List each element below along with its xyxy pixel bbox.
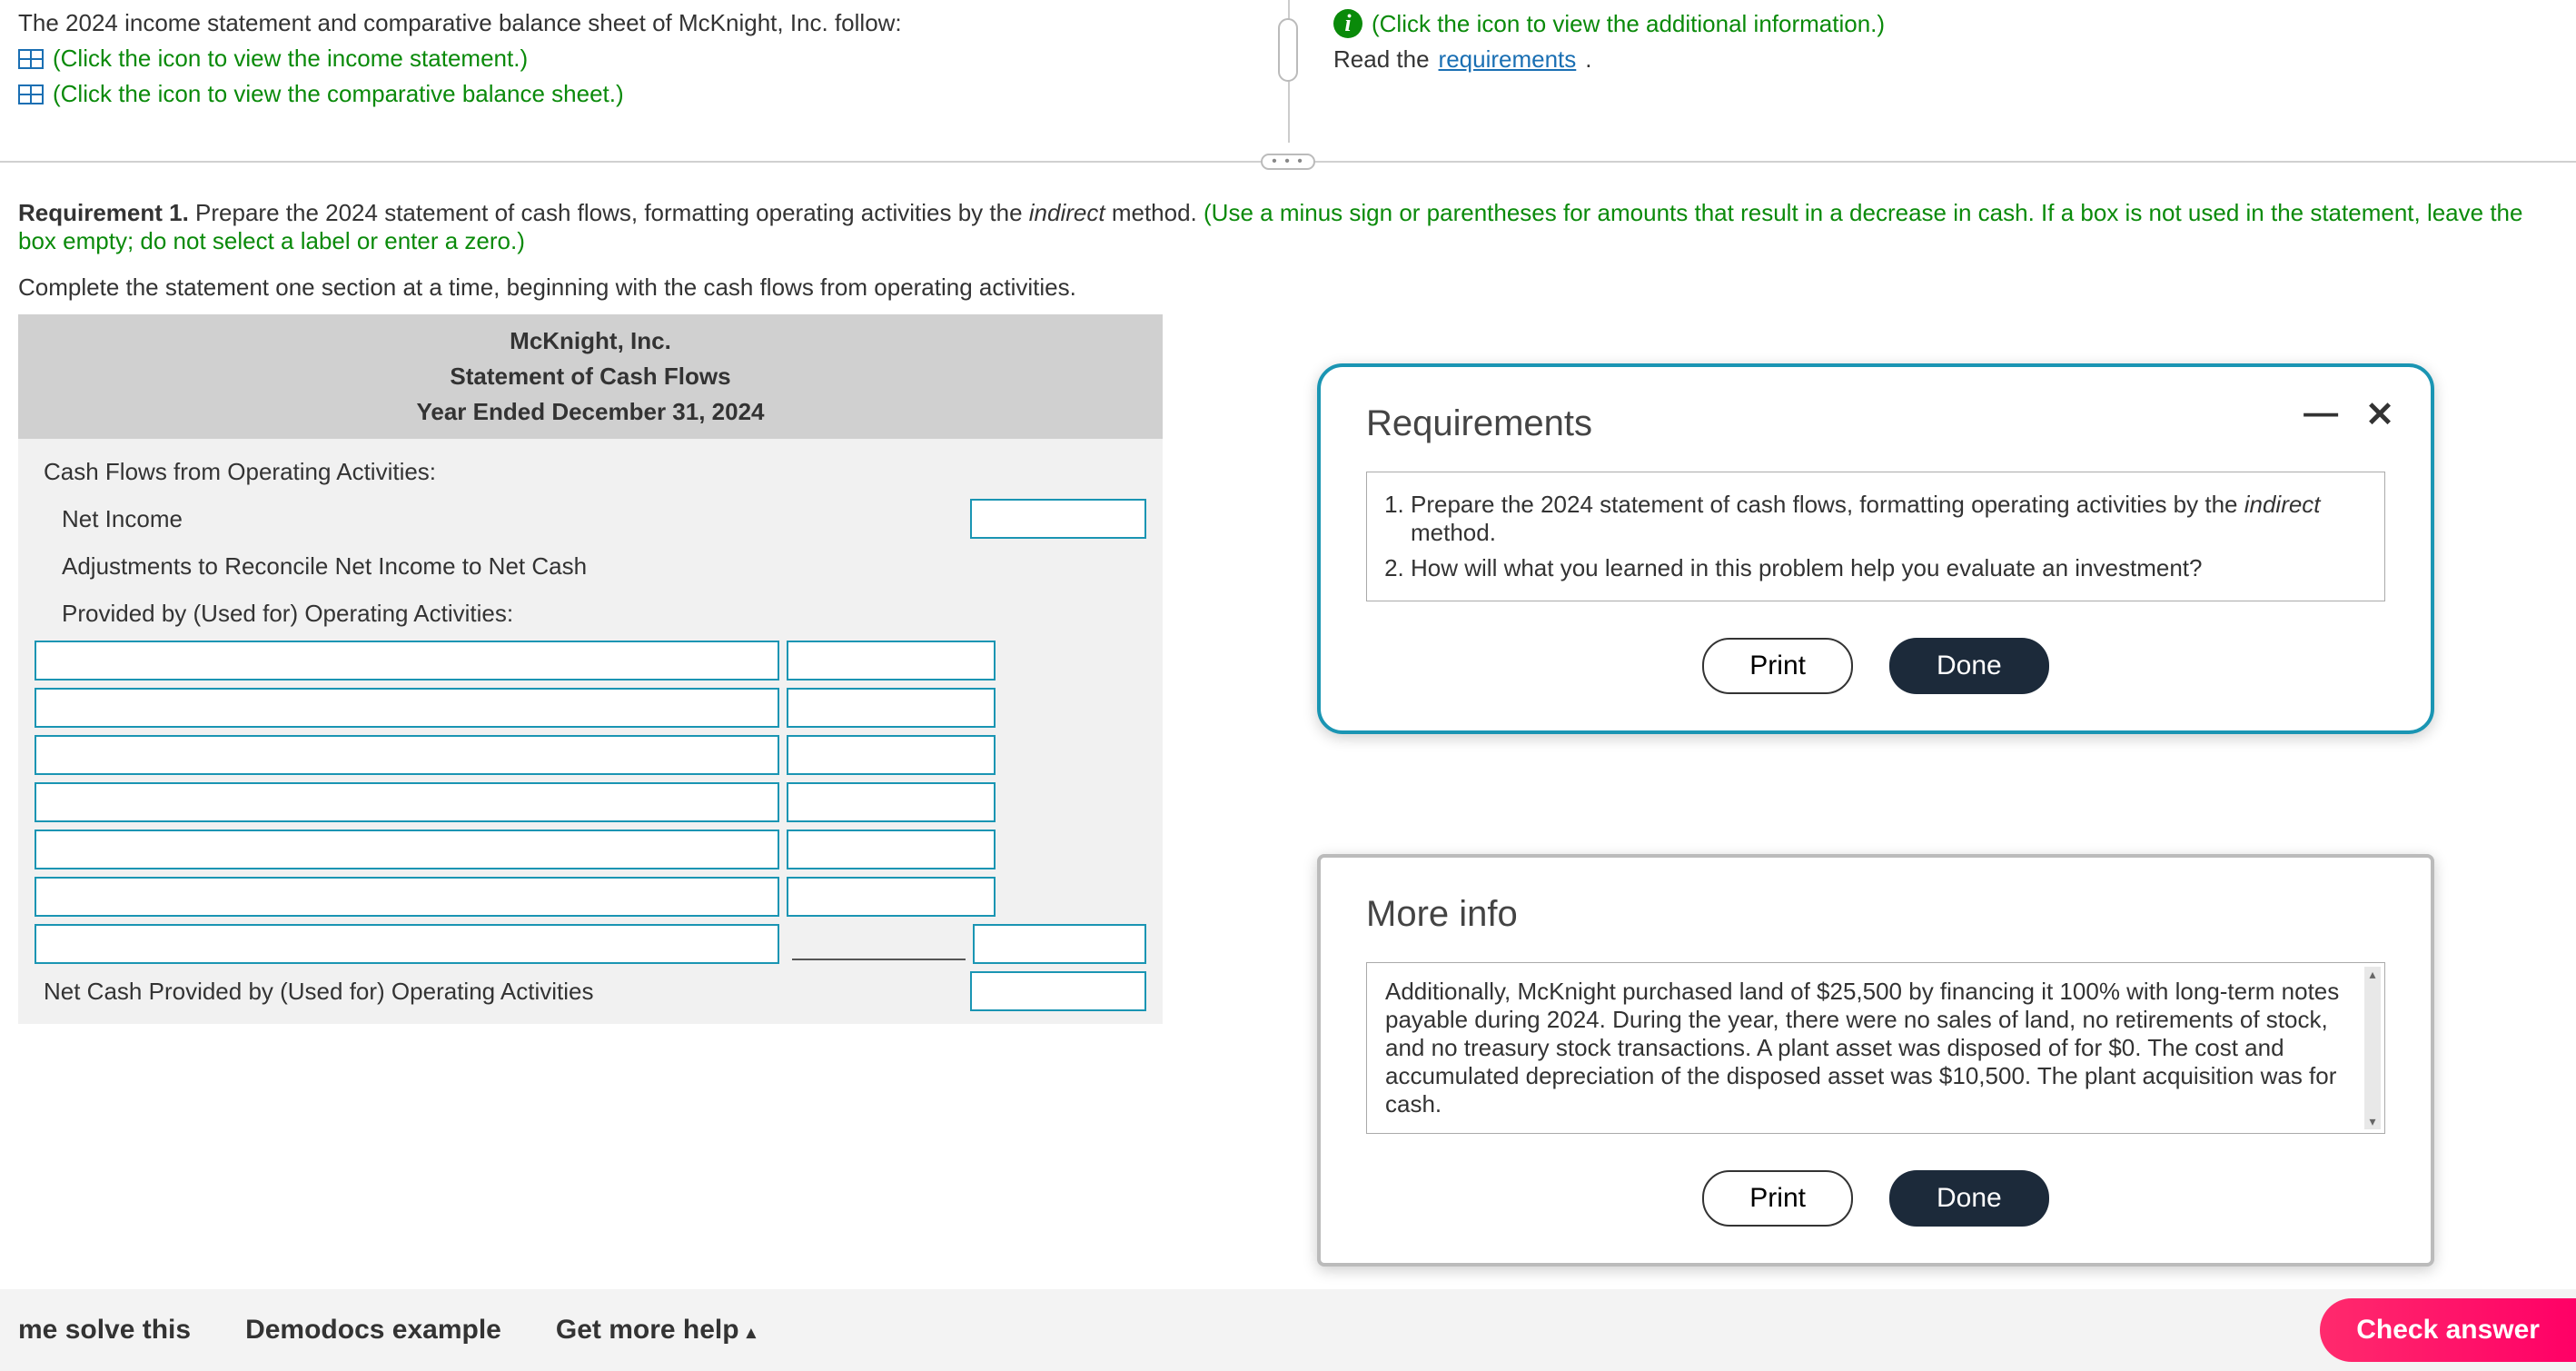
row-adjustments-2: Provided by (Used for) Operating Activit… [35,596,779,631]
done-button[interactable]: Done [1889,1170,2049,1227]
period: . [1585,45,1591,74]
intro-text: The 2024 income statement and comparativ… [18,9,1243,37]
requirement-1-text: Requirement 1. Prepare the 2024 statemen… [0,199,2576,255]
more-info-dialog: More info Additionally, McKnight purchas… [1317,854,2434,1267]
adj-label-input-7[interactable] [35,924,779,964]
more-info-scrollbox: Additionally, McKnight purchased land of… [1366,962,2385,1134]
row-cfoa: Cash Flows from Operating Activities: [35,454,779,490]
requirement-item-1: Prepare the 2024 statement of cash flows… [1411,487,2366,551]
adj-amount-input-3[interactable] [787,735,996,775]
statement-title: Statement of Cash Flows [18,359,1163,394]
adj-amount-input-7[interactable] [973,924,1146,964]
worksheet-header: McKnight, Inc. Statement of Cash Flows Y… [18,314,1163,439]
company-name: McKnight, Inc. [18,323,1163,359]
income-statement-link[interactable]: (Click the icon to view the income state… [18,45,1243,73]
statement-period: Year Ended December 31, 2024 [18,394,1163,430]
net-cash-input[interactable] [970,971,1146,1011]
read-the-text: Read the [1333,45,1430,74]
expand-pill[interactable]: • • • [1261,154,1315,170]
adj-amount-input-5[interactable] [787,830,996,869]
net-income-input[interactable] [970,499,1146,539]
row-net-income: Net Income [35,502,779,537]
balance-link-text: (Click the icon to view the comparative … [53,80,624,108]
adj-label-input-1[interactable] [35,641,779,681]
close-button[interactable]: ✕ [2365,394,2394,435]
dialog-title: Requirements [1366,403,2385,444]
adj-amount-input-4[interactable] [787,782,996,822]
subtotal-underline [792,928,966,960]
adj-label-input-4[interactable] [35,782,779,822]
requirement-item-2: How will what you learned in this proble… [1411,551,2366,586]
scroll-down-icon[interactable]: ▾ [2369,1114,2375,1129]
read-requirements-row: Read the requirements. [1333,45,2558,74]
done-button[interactable]: Done [1889,638,2049,694]
additional-info-link[interactable]: i (Click the icon to view the additional… [1333,9,2558,38]
row-net-cash: Net Cash Provided by (Used for) Operatin… [35,974,779,1009]
horizontal-divider: • • • [0,161,2576,163]
print-button[interactable]: Print [1702,638,1853,694]
requirements-link[interactable]: requirements [1439,45,1577,74]
print-button[interactable]: Print [1702,1170,1853,1227]
req1-a: Prepare the 2024 statement of cash flows… [1411,491,2244,518]
minimize-button[interactable]: — [2304,394,2338,435]
check-answer-button[interactable]: Check answer [2320,1298,2576,1362]
help-me-solve-link[interactable]: me solve this [18,1315,191,1346]
adj-label-input-3[interactable] [35,735,779,775]
req1-italic: indirect [2244,491,2321,518]
balance-sheet-link[interactable]: (Click the icon to view the comparative … [18,80,1243,108]
cash-flow-worksheet: McKnight, Inc. Statement of Cash Flows Y… [18,314,1163,1024]
adj-amount-input-2[interactable] [787,688,996,728]
scroll-up-icon[interactable]: ▴ [2369,967,2375,982]
adj-label-input-6[interactable] [35,877,779,917]
additional-link-text: (Click the icon to view the additional i… [1372,10,1885,38]
requirement-label: Requirement 1. [18,199,189,226]
adj-amount-input-1[interactable] [787,641,996,681]
row-adjustments-1: Adjustments to Reconcile Net Income to N… [35,549,779,584]
get-more-help-link[interactable]: Get more help ▴ [556,1315,756,1346]
req-text-b: method. [1105,199,1204,226]
panel-toggle-handle[interactable] [1278,18,1298,82]
demodocs-link[interactable]: Demodocs example [245,1315,501,1346]
dialog-title: More info [1366,894,2385,935]
footer-bar: me solve this Demodocs example Get more … [0,1289,2576,1371]
income-link-text: (Click the icon to view the income state… [53,45,528,73]
get-more-text: Get more help [556,1315,747,1345]
requirements-dialog: — ✕ Requirements Prepare the 2024 statem… [1317,363,2434,734]
adj-label-input-2[interactable] [35,688,779,728]
more-info-body: Additionally, McKnight purchased land of… [1385,978,2348,1118]
info-icon: i [1333,9,1362,38]
table-icon [18,84,44,104]
req1-b: method. [1411,519,1496,546]
table-icon [18,49,44,69]
adj-amount-input-6[interactable] [787,877,996,917]
req-italic: indirect [1029,199,1105,226]
caret-up-icon: ▴ [747,1323,756,1343]
requirements-list-box: Prepare the 2024 statement of cash flows… [1366,472,2385,601]
instruction-text: Complete the statement one section at a … [0,273,2576,302]
scrollbar[interactable]: ▴ ▾ [2364,967,2381,1129]
adj-label-input-5[interactable] [35,830,779,869]
req-text-a: Prepare the 2024 statement of cash flows… [189,199,1029,226]
